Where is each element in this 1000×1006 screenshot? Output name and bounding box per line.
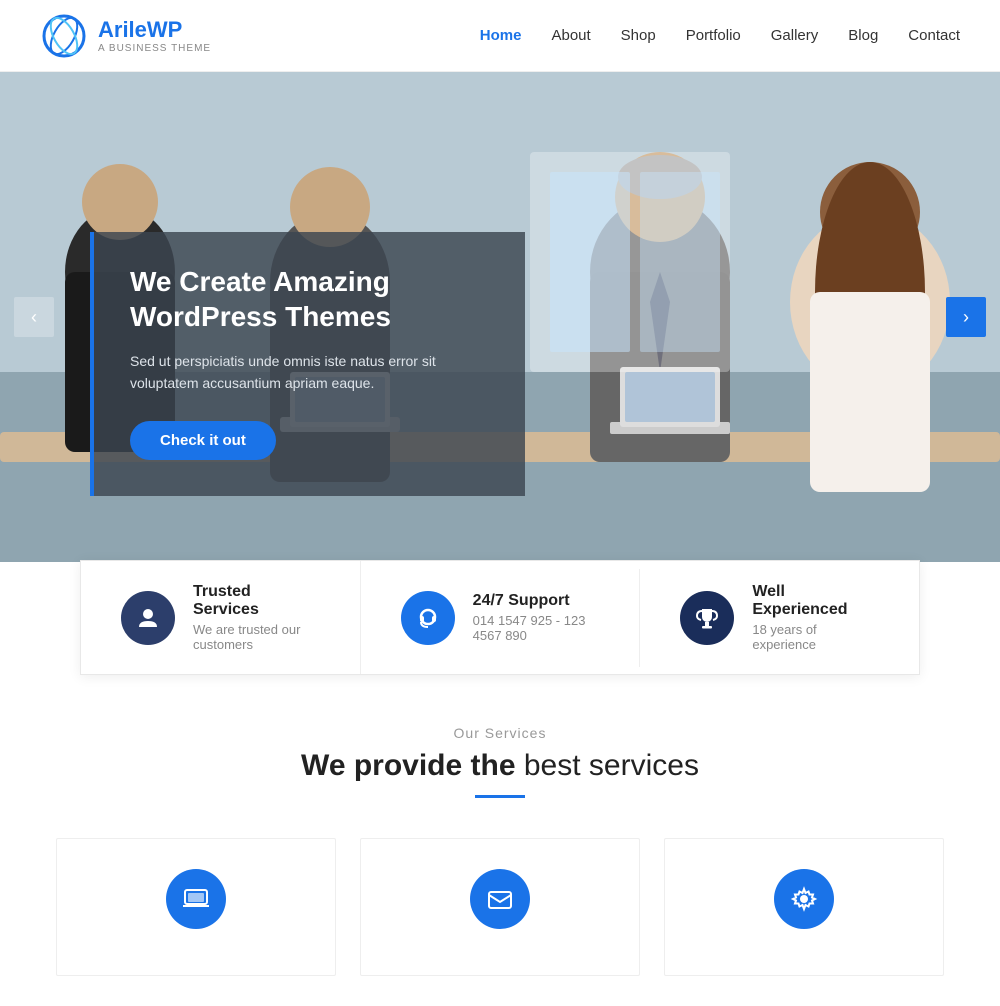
logo[interactable]: ArileWP A Business Theme xyxy=(40,12,211,60)
trusted-icon-wrap xyxy=(121,591,175,645)
support-text: 24/7 Support 014 1547 925 - 123 4567 890 xyxy=(473,592,600,643)
service-icon-1 xyxy=(166,869,226,929)
main-nav: Home About Shop Portfolio Gallery Blog C… xyxy=(480,27,960,44)
hero-text-overlay: We Create Amazing WordPress Themes Sed u… xyxy=(90,232,525,496)
support-title: 24/7 Support xyxy=(473,592,600,610)
hero-prev-button[interactable]: ‹ xyxy=(14,297,54,337)
experienced-text: Well Experienced 18 years of experience xyxy=(752,583,879,652)
services-label: Our Services xyxy=(40,725,960,741)
logo-text: ArileWP A Business Theme xyxy=(98,17,211,54)
services-title-strong: We provide the xyxy=(301,749,515,782)
service-icon-3 xyxy=(774,869,834,929)
services-title: We provide the best services xyxy=(40,749,960,783)
trusted-title: Trusted Services xyxy=(193,583,320,619)
trophy-icon xyxy=(694,605,720,631)
logo-icon xyxy=(40,12,88,60)
hero-cta-button[interactable]: Check it out xyxy=(130,421,276,460)
services-section: Our Services We provide the best service… xyxy=(0,675,1000,1006)
hero-title: We Create Amazing WordPress Themes xyxy=(130,264,489,334)
support-desc: 014 1547 925 - 123 4567 890 xyxy=(473,613,600,643)
site-header: ArileWP A Business Theme Home About Shop… xyxy=(0,0,1000,72)
experienced-title: Well Experienced xyxy=(752,583,879,619)
person-icon xyxy=(135,605,161,631)
chevron-right-icon: › xyxy=(963,307,969,328)
hero-next-button[interactable]: › xyxy=(946,297,986,337)
nav-shop[interactable]: Shop xyxy=(621,27,656,44)
nav-portfolio[interactable]: Portfolio xyxy=(686,27,741,44)
chevron-left-icon: ‹ xyxy=(31,307,37,328)
services-divider xyxy=(475,795,525,798)
nav-contact[interactable]: Contact xyxy=(908,27,960,44)
email-icon xyxy=(486,885,514,913)
feature-experienced: Well Experienced 18 years of experience xyxy=(640,561,919,674)
laptop-icon xyxy=(182,885,210,913)
nav-blog[interactable]: Blog xyxy=(848,27,878,44)
hero-section: We Create Amazing WordPress Themes Sed u… xyxy=(0,72,1000,562)
headphone-icon xyxy=(415,605,441,631)
service-icon-2 xyxy=(470,869,530,929)
gear-icon xyxy=(790,885,818,913)
trusted-desc: We are trusted our customers xyxy=(193,622,320,652)
services-title-regular: best services xyxy=(524,749,699,782)
nav-about[interactable]: About xyxy=(551,27,590,44)
experienced-desc: 18 years of experience xyxy=(752,622,879,652)
nav-gallery[interactable]: Gallery xyxy=(771,27,819,44)
service-card-2 xyxy=(360,838,640,976)
nav-home[interactable]: Home xyxy=(480,27,522,44)
feature-trusted: Trusted Services We are trusted our cust… xyxy=(81,561,361,674)
features-bar: Trusted Services We are trusted our cust… xyxy=(80,560,920,675)
logo-title: ArileWP xyxy=(98,17,211,43)
service-card-1 xyxy=(56,838,336,976)
support-icon-wrap xyxy=(401,591,455,645)
trusted-text: Trusted Services We are trusted our cust… xyxy=(193,583,320,652)
experienced-icon-wrap xyxy=(680,591,734,645)
services-cards xyxy=(40,838,960,976)
hero-description: Sed ut perspiciatis unde omnis iste natu… xyxy=(130,350,489,395)
logo-tagline: A Business Theme xyxy=(98,43,211,54)
service-card-3 xyxy=(664,838,944,976)
feature-support: 24/7 Support 014 1547 925 - 123 4567 890 xyxy=(361,569,641,667)
